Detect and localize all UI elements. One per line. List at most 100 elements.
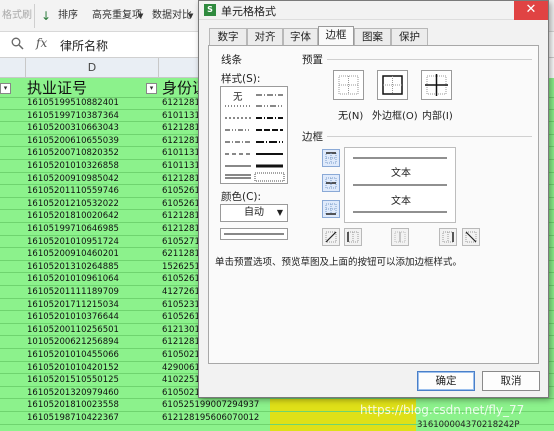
cell-cert-no[interactable]: 16105201010326858 [27,161,119,172]
cell-id-no[interactable]: 61212819 [162,337,200,348]
cell-cert-no[interactable]: 16105200310663043 [27,123,119,134]
cell-cert-no[interactable]: 10105200621256894 [27,337,119,348]
preset-inside-button[interactable] [421,70,452,100]
cell-id-no[interactable]: 61052319 [162,300,200,311]
tab-protection[interactable]: 保护 [391,28,428,46]
filter-dropdown-icon[interactable]: ▾ [146,83,157,94]
header-cert-no[interactable]: 执业证号 [27,78,87,98]
cell-cert-no[interactable]: 16105201210532022 [27,199,119,210]
cell-cert-no[interactable]: 16105201111189709 [27,287,119,298]
border-right-button[interactable] [439,228,457,246]
color-value: 自动 [244,207,264,218]
cell-id-no[interactable]: 41272619 [162,287,200,298]
cell-cert-no[interactable]: 16105200910985042 [27,174,119,185]
watermark-text: https://blog.csdn.net/fly_77 [360,403,525,417]
border-left-button[interactable] [344,228,362,246]
format-cells-dialog: S 单元格格式 ✕ 数字 对齐 字体 边框 图案 保护 线条 样式(S): 无 [198,0,549,398]
cell-cert-no[interactable]: 16105201010420152 [27,363,119,374]
fx-icon[interactable]: fx [36,36,47,50]
cell-id-no[interactable]: 61212819 [162,123,200,134]
border-panel: 线条 样式(S): 无 颜色(C): 自动 ▼ 预置 无(N) 外边框(O) 内… [208,45,539,364]
cell-cert-no[interactable]: 16105198710422367 [27,413,119,424]
formula-value[interactable]: 律所名称 [60,37,108,54]
cell-cert-no[interactable]: 16105201010961064 [27,274,119,285]
border-bottom-button[interactable] [322,200,340,218]
cell-id-no[interactable]: 61213019 [162,325,200,336]
border-bottom-icon [325,203,337,215]
tab-pattern[interactable]: 图案 [354,28,391,46]
border-outline-icon [382,75,403,95]
cell-cert-no[interactable]: 16105200610655039 [27,136,119,147]
cell-cert-no[interactable]: 16105201320979460 [27,388,119,399]
tab-number[interactable]: 数字 [209,28,247,46]
cell-id-no[interactable]: 61011319 [162,148,200,159]
border-right-icon [442,231,454,243]
sort-button[interactable]: 排序 [58,6,78,26]
tab-font[interactable]: 字体 [283,28,318,46]
cell-id-no[interactable]: 61052619 [162,274,200,285]
preset-none-button[interactable] [333,70,364,100]
cell-id-no[interactable]: 61212819 [162,224,200,235]
preset-section-label: 预置 [302,54,323,66]
cell-id-no[interactable]: 61052619 [162,312,200,323]
cell-id-no[interactable]: 61050219 [162,388,200,399]
cell-id-no[interactable]: 42900619 [162,363,200,374]
border-top-button[interactable] [322,149,340,167]
data-compare-button[interactable]: 数据对比 [152,6,192,26]
cell-id-no[interactable]: 61052619 [162,199,200,210]
line-style-list[interactable]: 无 [220,86,288,184]
cell-id-no[interactable]: 612128195606070012 [162,413,272,424]
cell-id-no[interactable]: 61011319 [162,111,200,122]
cell-cert-no[interactable]: 16105201810023558 [27,400,119,411]
border-diagonal-up-button[interactable] [322,228,340,246]
cell-id-no[interactable]: 61212819 [162,98,200,109]
cancel-button[interactable]: 取消 [482,371,540,391]
border-center-button[interactable] [391,228,409,246]
cell-cert-no[interactable]: 16105201711215034 [27,300,119,311]
cell-cert-no[interactable]: 16105201010951724 [27,237,119,248]
zoom-icon[interactable] [11,37,24,50]
column-header-c[interactable] [0,58,26,78]
cell-id-no[interactable]: 610525199007294937 [162,400,272,411]
border-top-icon [325,152,337,164]
border-middle-button[interactable] [322,174,340,192]
cell-cert-no[interactable]: 16105201010376644 [27,312,119,323]
dialog-title: 单元格格式 [221,5,276,18]
cell-cert-no[interactable]: 16105201510550125 [27,375,119,386]
cell-id-no[interactable]: 15262519 [162,262,200,273]
color-select[interactable]: 自动 ▼ [220,204,288,222]
cell-cert-no[interactable]: 16105199710387364 [27,111,119,122]
preset-outline-button[interactable] [377,70,408,100]
cell-id-no[interactable]: 41022519 [162,375,200,386]
cell-cert-no[interactable]: 16105200910460201 [27,249,119,260]
cell-cert-no[interactable]: 16105201810020642 [27,211,119,222]
cell-id-no[interactable]: 61050219 [162,350,200,361]
cell-id-no[interactable]: 61052619 [162,186,200,197]
cell-id-no[interactable]: 61212819 [162,211,200,222]
spreadsheet-window: 格式刷 ↓ 排序 高亮重复项 ▼ 数据对比 ▼ fx 律所名称 D ▾ 执业证号… [0,0,554,431]
cell-cert-no[interactable]: 16105200110256501 [27,325,119,336]
cell-cert-no[interactable]: 16105201110559746 [27,186,119,197]
cell-cert-no[interactable]: 16105201310264885 [27,262,119,273]
format-painter-button[interactable]: 格式刷 [2,6,32,26]
cell-value[interactable]: 316100004370218242P [417,420,519,431]
filter-dropdown-icon[interactable]: ▾ [0,83,11,94]
border-diagonal-down-button[interactable] [462,228,480,246]
cell-id-no[interactable]: 62112819 [162,249,200,260]
cell-cert-no[interactable]: 16105199710646985 [27,224,119,235]
cell-cert-no[interactable]: 16105200710820352 [27,148,119,159]
style-label: 样式(S): [221,73,261,85]
cell-id-no[interactable]: 61212819 [162,174,200,185]
column-header-d[interactable]: D [26,58,159,78]
tab-alignment[interactable]: 对齐 [247,28,283,46]
close-button[interactable]: ✕ [514,1,548,20]
cell-id-no[interactable]: 61212819 [162,136,200,147]
cell-id-no[interactable]: 61011319 [162,161,200,172]
highlight-duplicates-button[interactable]: 高亮重复项 [92,6,142,26]
tab-border[interactable]: 边框 [318,26,354,46]
cell-cert-no[interactable]: 16105199510882401 [27,98,119,109]
cell-cert-no[interactable]: 16105201010455066 [27,350,119,361]
border-preview[interactable]: 文本 文本 [344,147,456,223]
ok-button[interactable]: 确定 [417,371,475,391]
cell-id-no[interactable]: 61052719 [162,237,200,248]
